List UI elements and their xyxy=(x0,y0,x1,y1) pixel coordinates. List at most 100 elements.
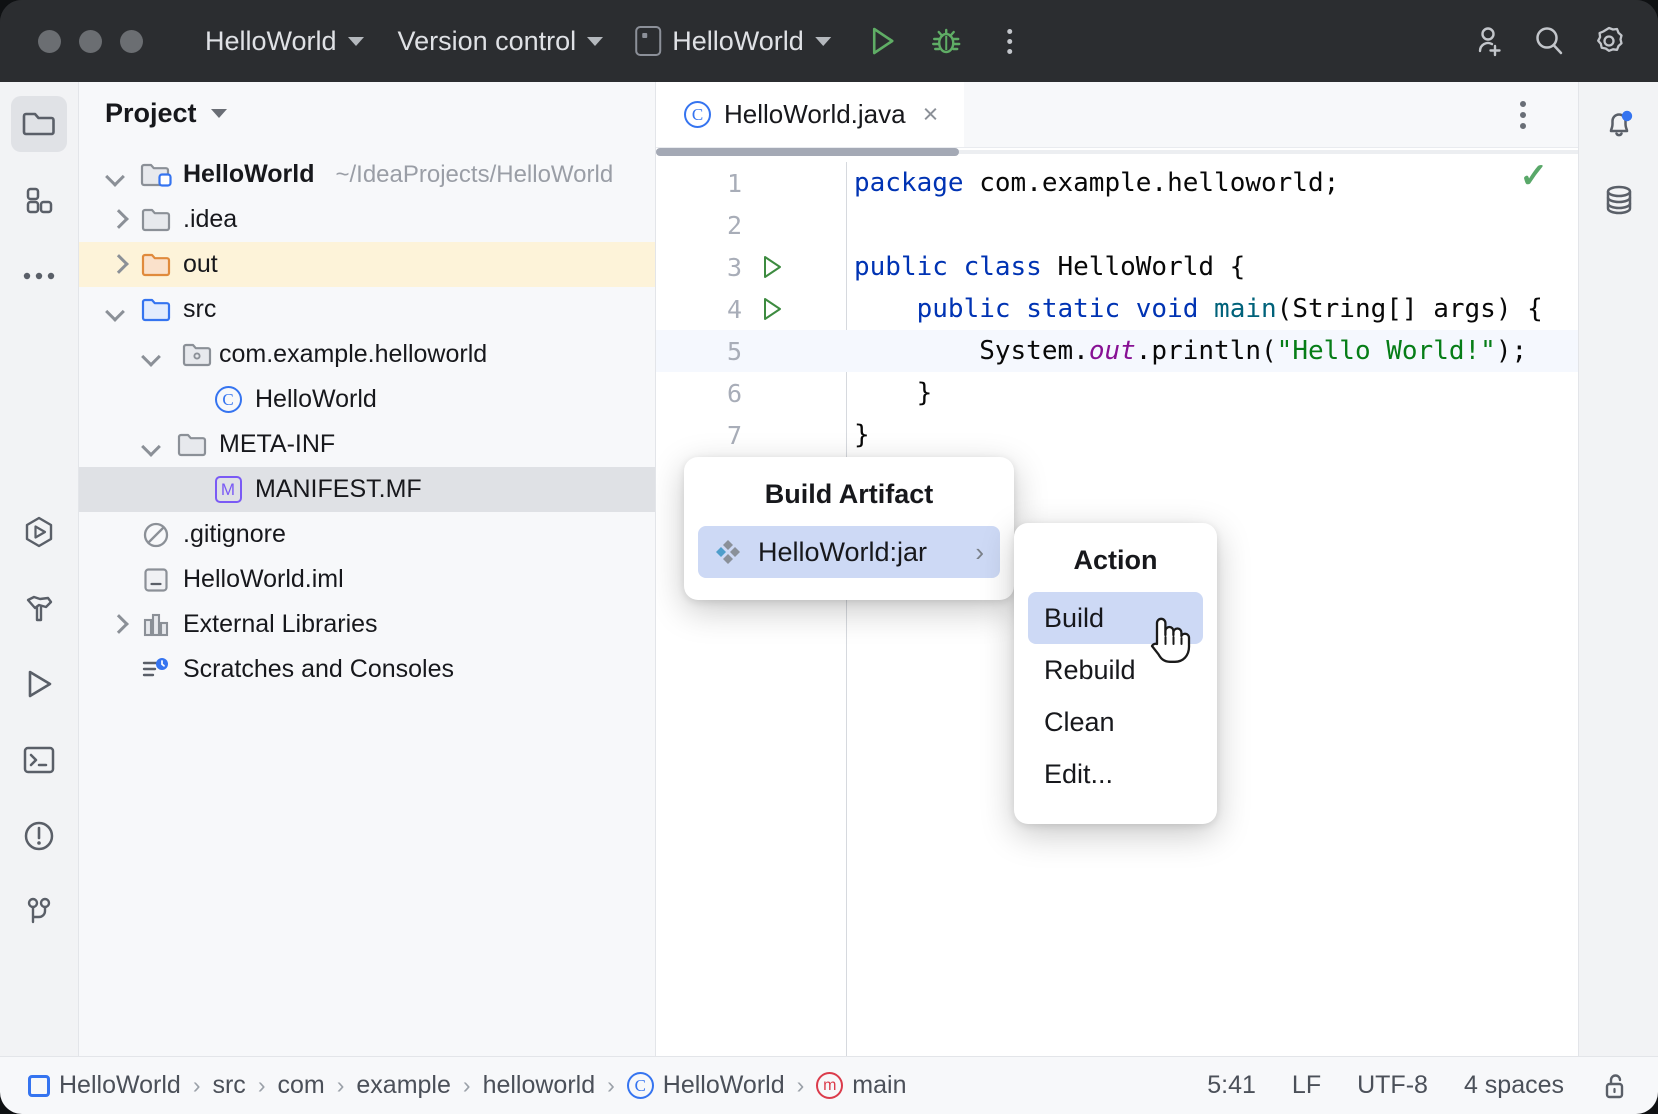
tree-item[interactable]: HelloWorld.iml xyxy=(79,557,655,602)
sidebar-item-version-control[interactable] xyxy=(11,884,67,940)
breadcrumb-separator: › xyxy=(463,1072,471,1099)
status-bar: HelloWorld›src›com›example›helloworld›CH… xyxy=(0,1056,1658,1114)
run-button[interactable] xyxy=(859,18,905,64)
debug-button[interactable] xyxy=(923,18,969,64)
breadcrumb-item[interactable]: helloworld xyxy=(483,1071,596,1100)
tree-item-label: out xyxy=(183,250,218,279)
line-number: 5 xyxy=(656,337,748,366)
chevron-right-icon[interactable] xyxy=(105,208,129,232)
sidebar-item-problems[interactable] xyxy=(11,808,67,864)
version-control-menu[interactable]: Version control xyxy=(388,20,614,63)
tree-item[interactable]: HelloWorld~/IdeaProjects/HelloWorld xyxy=(79,152,655,197)
breadcrumb-item[interactable]: com xyxy=(277,1071,324,1100)
action-item-clean[interactable]: Clean xyxy=(1028,696,1203,748)
branch-icon xyxy=(22,895,56,929)
tab-helloworld-java[interactable]: C HelloWorld.java × xyxy=(656,82,964,147)
file-encoding[interactable]: UTF-8 xyxy=(1357,1071,1428,1100)
code-line[interactable]: 7} xyxy=(656,414,1578,456)
tree-item[interactable]: com.example.helloworld xyxy=(79,332,655,377)
project-tree[interactable]: HelloWorld~/IdeaProjects/HelloWorld.idea… xyxy=(79,144,655,692)
sidebar-item-run-anything[interactable] xyxy=(11,504,67,560)
horizontal-scrollbar[interactable] xyxy=(656,148,959,156)
breadcrumb-item[interactable]: CHelloWorld xyxy=(627,1071,785,1100)
code-line[interactable]: 2 xyxy=(656,204,1578,246)
chevron-down-icon[interactable] xyxy=(141,343,165,367)
chevron-down-icon[interactable] xyxy=(105,163,129,187)
popup-item-helloworld-jar[interactable]: HelloWorld:jar › xyxy=(698,526,1000,578)
line-number: 1 xyxy=(656,169,748,198)
more-run-options-button[interactable] xyxy=(987,18,1033,64)
tree-item[interactable]: out xyxy=(79,242,655,287)
tree-item-label: MANIFEST.MF xyxy=(255,475,422,504)
tree-item[interactable]: MMANIFEST.MF xyxy=(79,467,655,512)
sidebar-item-structure[interactable] xyxy=(11,172,67,228)
sidebar-item-notifications[interactable] xyxy=(1591,96,1647,152)
search-everywhere-button[interactable] xyxy=(1526,18,1572,64)
action-item-rebuild[interactable]: Rebuild xyxy=(1028,644,1203,696)
chevron-down-icon xyxy=(211,109,227,118)
tree-item[interactable]: src xyxy=(79,287,655,332)
code-text: } xyxy=(854,378,932,408)
iml-file-icon xyxy=(140,565,172,595)
project-name-menu[interactable]: HelloWorld xyxy=(195,20,374,63)
tree-item-label: META-INF xyxy=(219,430,335,459)
chevron-right-icon[interactable] xyxy=(105,253,129,277)
breadcrumb-separator: › xyxy=(797,1072,805,1099)
unlocked-icon xyxy=(1600,1071,1630,1101)
code-line[interactable]: 6 } xyxy=(656,372,1578,414)
sidebar-item-project[interactable] xyxy=(11,96,67,152)
settings-button[interactable] xyxy=(1586,18,1632,64)
chevron-right-icon[interactable] xyxy=(105,613,129,637)
code-line[interactable]: 4 public static void main(String[] args)… xyxy=(656,288,1578,330)
sidebar-item-terminal[interactable] xyxy=(11,732,67,788)
tree-spacer xyxy=(105,523,129,547)
caret-position[interactable]: 5:41 xyxy=(1207,1071,1256,1100)
tree-item[interactable]: CHelloWorld xyxy=(79,377,655,422)
breadcrumb-item[interactable]: src xyxy=(212,1071,245,1100)
sidebar-item-run[interactable] xyxy=(11,656,67,712)
gutter-run-icon[interactable] xyxy=(748,254,796,280)
sidebar-item-more-tool-windows[interactable] xyxy=(11,248,67,304)
close-window-button[interactable] xyxy=(38,30,61,53)
action-item-edit[interactable]: Edit... xyxy=(1028,748,1203,800)
tree-item[interactable]: External Libraries xyxy=(79,602,655,647)
run-configuration-selector[interactable]: HelloWorld xyxy=(625,20,841,63)
project-panel-header[interactable]: Project xyxy=(79,82,655,144)
action-item-label: Clean xyxy=(1044,707,1115,738)
tree-item[interactable]: .idea xyxy=(79,197,655,242)
line-number: 2 xyxy=(656,211,748,240)
window-controls[interactable] xyxy=(38,30,143,53)
read-only-toggle[interactable] xyxy=(1600,1071,1630,1101)
indent-setting[interactable]: 4 spaces xyxy=(1464,1071,1564,1100)
folder-icon xyxy=(140,205,172,235)
tree-item[interactable]: Scratches and Consoles xyxy=(79,647,655,692)
code-editor[interactable]: ✓ 1package com.example.helloworld;23publ… xyxy=(656,148,1578,1056)
breadcrumb-item[interactable]: mmain xyxy=(816,1071,906,1100)
tree-item-label: com.example.helloworld xyxy=(219,340,487,369)
line-separator[interactable]: LF xyxy=(1292,1071,1321,1100)
code-line[interactable]: 1package com.example.helloworld; xyxy=(656,162,1578,204)
add-account-icon xyxy=(1472,24,1506,58)
minimize-window-button[interactable] xyxy=(79,30,102,53)
action-item-label: Build xyxy=(1044,603,1104,634)
action-item-build[interactable]: Build xyxy=(1028,592,1203,644)
chevron-down-icon[interactable] xyxy=(105,298,129,322)
breadcrumb-item[interactable]: example xyxy=(356,1071,451,1100)
ide-body: Project HelloWorld~/IdeaProjects/HelloWo… xyxy=(0,82,1658,1056)
breadcrumb-item[interactable]: HelloWorld xyxy=(28,1071,181,1100)
tree-item[interactable]: META-INF xyxy=(79,422,655,467)
close-icon[interactable]: × xyxy=(919,97,943,132)
add-account-button[interactable] xyxy=(1466,18,1512,64)
gutter-run-icon[interactable] xyxy=(748,296,796,322)
sidebar-item-database[interactable] xyxy=(1591,172,1647,228)
chevron-down-icon[interactable] xyxy=(141,433,165,457)
code-line[interactable]: 5 System.out.println("Hello World!"); xyxy=(656,330,1578,372)
hammer-icon xyxy=(22,591,56,625)
code-line[interactable]: 3public class HelloWorld { xyxy=(656,246,1578,288)
maximize-window-button[interactable] xyxy=(120,30,143,53)
tree-item-label: HelloWorld xyxy=(255,385,377,414)
editor-options-button[interactable] xyxy=(1500,92,1546,138)
sidebar-item-build[interactable] xyxy=(11,580,67,636)
action-popup: Action BuildRebuildCleanEdit... xyxy=(1014,523,1217,824)
tree-item[interactable]: .gitignore xyxy=(79,512,655,557)
